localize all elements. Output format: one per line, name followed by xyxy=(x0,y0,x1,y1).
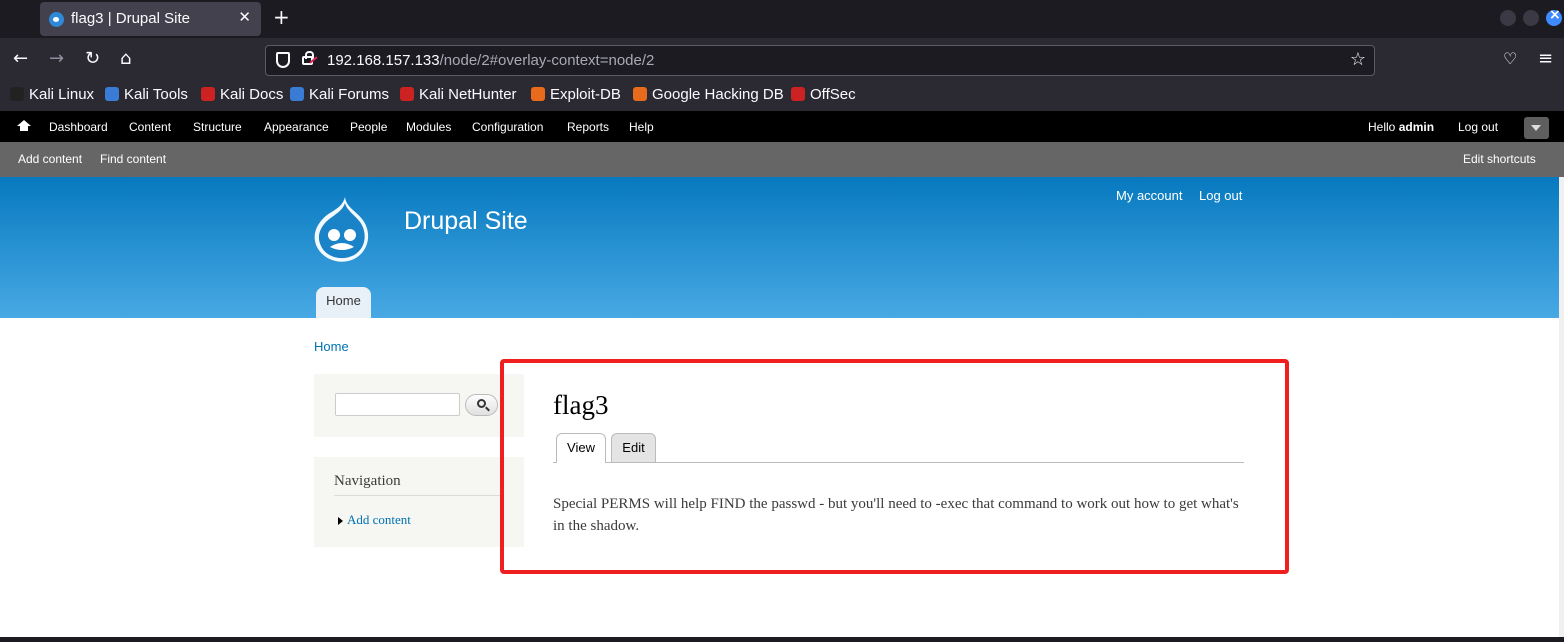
url-text[interactable]: 192.168.157.133/node/2#overlay-context=n… xyxy=(327,52,654,69)
bookmark-label: Kali Forums xyxy=(309,86,390,103)
browser-nav-bar: ← → ↻ ⌂ 192.168.157.133/node/2#overlay-c… xyxy=(0,38,1564,82)
menu-bullet-icon xyxy=(338,517,343,525)
bookmark-favicon-icon xyxy=(290,87,304,101)
toolbar-people[interactable]: People xyxy=(350,120,387,134)
bookmark-star-icon[interactable]: ☆ xyxy=(1350,49,1366,70)
insecure-lock-icon[interactable] xyxy=(302,51,314,65)
close-window-button[interactable] xyxy=(1546,7,1562,26)
bookmark-kali-forums[interactable]: Kali Forums xyxy=(290,86,389,103)
tab-close-icon[interactable]: ✕ xyxy=(238,8,251,26)
toolbar-content[interactable]: Content xyxy=(129,120,171,134)
toolbar-drawer-toggle-icon[interactable] xyxy=(1524,117,1549,139)
bookmark-favicon-icon xyxy=(201,87,215,101)
scrollbar-track[interactable] xyxy=(1559,177,1564,637)
toolbar-home-icon[interactable] xyxy=(17,120,31,131)
shortcuts-bar: Add content Find content Edit shortcuts xyxy=(0,142,1564,177)
navigation-add-content-link[interactable]: Add content xyxy=(347,512,411,528)
new-tab-button[interactable]: + xyxy=(273,5,290,29)
site-header: Drupal Site My account Log out Home xyxy=(0,177,1564,318)
bookmark-kali-linux[interactable]: Kali Linux xyxy=(10,86,94,103)
bookmark-favicon-icon xyxy=(633,87,647,101)
pocket-icon[interactable]: ♡ xyxy=(1503,50,1517,68)
drupal-logo-icon[interactable] xyxy=(312,195,372,263)
bookmark-exploit-db[interactable]: Exploit-DB xyxy=(531,86,621,103)
home-icon[interactable]: ⌂ xyxy=(120,50,131,68)
toolbar-structure[interactable]: Structure xyxy=(193,120,242,134)
shortcut-add-content[interactable]: Add content xyxy=(18,152,82,166)
toolbar-help[interactable]: Help xyxy=(629,120,654,134)
bookmark-favicon-icon xyxy=(791,87,805,101)
breadcrumb-home[interactable]: Home xyxy=(314,339,349,354)
drupal-favicon-icon xyxy=(49,12,64,27)
bookmark-favicon-icon xyxy=(105,87,119,101)
forward-arrow-icon[interactable]: → xyxy=(49,50,64,68)
toolbar-logout[interactable]: Log out xyxy=(1458,120,1498,134)
bookmark-label: Kali Docs xyxy=(220,86,284,103)
toolbar-greeting: Hello admin xyxy=(1368,120,1434,134)
search-input[interactable] xyxy=(335,393,460,416)
navigation-title: Navigation xyxy=(334,473,401,489)
bookmark-kali-docs[interactable]: Kali Docs xyxy=(201,86,283,103)
toolbar-username[interactable]: admin xyxy=(1399,120,1434,134)
navigation-block: Navigation Add content xyxy=(314,457,524,547)
search-block xyxy=(314,374,524,437)
main-menu-home-tab[interactable]: Home xyxy=(316,287,371,318)
bookmark-favicon-icon xyxy=(531,87,545,101)
minimize-window-button[interactable] xyxy=(1500,10,1516,26)
navigation-divider xyxy=(334,495,504,496)
drupal-admin-toolbar: Dashboard Content Structure Appearance P… xyxy=(0,111,1564,142)
greeting-prefix: Hello xyxy=(1368,120,1399,134)
bookmark-label: Exploit-DB xyxy=(550,86,621,103)
shortcut-find-content[interactable]: Find content xyxy=(100,152,166,166)
url-path: /node/2#overlay-context=node/2 xyxy=(439,52,655,69)
toolbar-configuration[interactable]: Configuration xyxy=(472,120,543,134)
bookmark-kali-tools[interactable]: Kali Tools xyxy=(105,86,188,103)
toolbar-reports[interactable]: Reports xyxy=(567,120,609,134)
tracking-shield-icon[interactable] xyxy=(276,52,290,68)
red-highlight-box xyxy=(500,359,1289,574)
bookmarks-bar: Kali Linux Kali Tools Kali Docs Kali Forums… xyxy=(0,82,1564,111)
search-icon xyxy=(477,399,486,408)
app-menu-icon[interactable]: ≡ xyxy=(1538,50,1553,68)
toolbar-modules[interactable]: Modules xyxy=(406,120,451,134)
bookmark-label: Kali Linux xyxy=(29,86,95,103)
bookmark-favicon-icon xyxy=(400,87,414,101)
maximize-window-button[interactable] xyxy=(1523,10,1539,26)
site-name[interactable]: Drupal Site xyxy=(404,207,528,236)
back-arrow-icon[interactable]: ← xyxy=(13,50,28,68)
bookmark-label: OffSec xyxy=(810,86,856,103)
toolbar-appearance[interactable]: Appearance xyxy=(264,120,329,134)
window-bottom-edge xyxy=(0,637,1564,642)
edit-shortcuts-link[interactable]: Edit shortcuts xyxy=(1463,152,1536,166)
bookmark-favicon-icon xyxy=(10,87,24,101)
header-logout-link[interactable]: Log out xyxy=(1199,188,1242,203)
bookmark-label: Kali NetHunter xyxy=(419,86,517,103)
url-host: 192.168.157.133 xyxy=(327,52,440,69)
reload-icon[interactable]: ↻ xyxy=(85,50,100,68)
tab-title: flag3 | Drupal Site xyxy=(71,10,190,27)
search-button[interactable] xyxy=(465,394,498,416)
url-bar[interactable]: 192.168.157.133/node/2#overlay-context=n… xyxy=(265,45,1375,76)
bookmark-label: Google Hacking DB xyxy=(652,86,784,103)
bookmark-google-hacking-db[interactable]: Google Hacking DB xyxy=(633,86,784,103)
bookmark-label: Kali Tools xyxy=(124,86,188,103)
browser-tab-bar: flag3 | Drupal Site ✕ + xyxy=(0,0,1564,38)
bookmark-kali-nethunter[interactable]: Kali NetHunter xyxy=(400,86,517,103)
bookmark-offsec[interactable]: OffSec xyxy=(791,86,856,103)
toolbar-dashboard[interactable]: Dashboard xyxy=(49,120,108,134)
browser-tab-active[interactable]: flag3 | Drupal Site ✕ xyxy=(40,2,261,36)
my-account-link[interactable]: My account xyxy=(1116,188,1182,203)
